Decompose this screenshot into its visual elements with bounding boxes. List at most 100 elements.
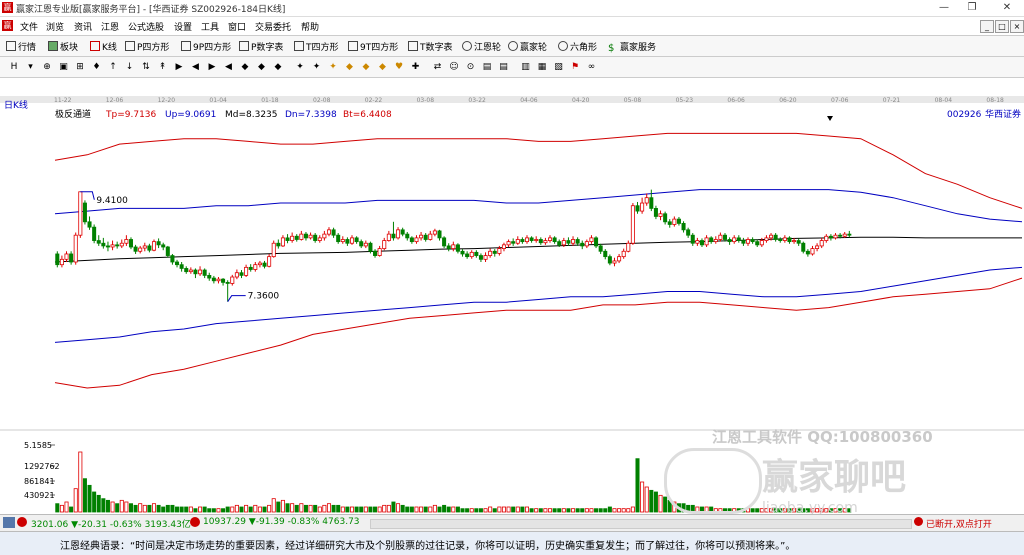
candle-body bbox=[368, 242, 373, 252]
draw-tool-5-icon[interactable]: ♦ bbox=[91, 61, 103, 73]
candle-body bbox=[607, 256, 612, 264]
volume-bar bbox=[244, 504, 249, 513]
wheel-icon bbox=[462, 41, 472, 51]
sz-index-quote[interactable]: 10937.29 ▼-91.39 -0.83% 4763.73 bbox=[203, 517, 360, 527]
tool-9t-square[interactable]: 9T四方形 bbox=[348, 40, 398, 53]
candle-body bbox=[695, 240, 700, 244]
volume-bar bbox=[501, 506, 506, 513]
candle-body bbox=[649, 197, 654, 209]
draw-tool-19-icon[interactable]: ✦ bbox=[327, 61, 339, 73]
tool-p-square[interactable]: P四方形 bbox=[125, 40, 169, 53]
menu-file[interactable]: 文件 bbox=[20, 20, 38, 33]
volume-bar bbox=[428, 506, 433, 513]
menu-tools[interactable]: 工具 bbox=[201, 20, 219, 33]
draw-tool-6-icon[interactable]: ↑ bbox=[107, 61, 119, 73]
menu-gann[interactable]: 江恩 bbox=[101, 20, 119, 33]
horizontal-scrollbar[interactable] bbox=[370, 519, 912, 529]
draw-tool-15-icon[interactable]: ◆ bbox=[256, 61, 268, 73]
tool-kline[interactable]: K线 bbox=[90, 40, 117, 53]
indicator-label-1: Up=9.0691 bbox=[165, 110, 216, 120]
candle-body bbox=[667, 221, 672, 225]
draw-tool-11-icon[interactable]: ◀ bbox=[190, 61, 202, 73]
draw-tool-22-icon[interactable]: ◆ bbox=[377, 61, 389, 73]
market-grid-icon[interactable] bbox=[3, 517, 15, 528]
draw-tool-24-icon[interactable]: ✚ bbox=[410, 61, 422, 73]
draw-tool-4-icon[interactable]: ⊞ bbox=[74, 61, 86, 73]
draw-tool-21-icon[interactable]: ◆ bbox=[360, 61, 372, 73]
menu-trade[interactable]: 交易委托 bbox=[255, 20, 291, 33]
volume-bar bbox=[478, 508, 483, 513]
menu-formula[interactable]: 公式选股 bbox=[128, 20, 164, 33]
draw-tool-16-icon[interactable]: ◆ bbox=[272, 61, 284, 73]
volume-bar bbox=[262, 506, 267, 513]
candle-body bbox=[603, 250, 608, 258]
close-button[interactable]: ✕ bbox=[990, 0, 1024, 15]
draw-tool-29-icon[interactable]: ▤ bbox=[498, 61, 510, 73]
draw-tool-2-icon[interactable]: ⊕ bbox=[41, 61, 53, 73]
sh-index-quote[interactable]: 3201.06 ▼-20.31 -0.63% 3193.43亿 bbox=[31, 517, 191, 530]
draw-tool-10-icon[interactable]: ▶ bbox=[173, 61, 185, 73]
candle-body bbox=[709, 237, 714, 243]
tool-t-square[interactable]: T四方形 bbox=[294, 40, 339, 53]
draw-tool-18-icon[interactable]: ✦ bbox=[311, 61, 323, 73]
volume-bar bbox=[580, 508, 585, 513]
tool-hexagon[interactable]: 六角形 bbox=[558, 40, 597, 53]
menu-info[interactable]: 资讯 bbox=[74, 20, 92, 33]
draw-tool-7-icon[interactable]: ↓ bbox=[124, 61, 136, 73]
chart-panel[interactable]: 11-22 12-06 12-20 01-04 01-18 02-08 02-22 03-08… bbox=[0, 96, 1024, 516]
draw-tool-12-icon[interactable]: ▶ bbox=[206, 61, 218, 73]
main-toolbar: 行情 板块 K线 P四方形 9P四方形 P数字表 T四方形 9T四方形 T数字表… bbox=[0, 36, 1024, 57]
draw-tool-30-icon[interactable]: ▥ bbox=[520, 61, 532, 73]
draw-tool-17-icon[interactable]: ✦ bbox=[294, 61, 306, 73]
tool-quote[interactable]: 行情 bbox=[6, 40, 36, 53]
restore-button[interactable]: ❐ bbox=[958, 0, 986, 15]
draw-tool-8-icon[interactable]: ⇅ bbox=[140, 61, 152, 73]
candle-body bbox=[216, 278, 221, 282]
draw-tool-9-icon[interactable]: ↟ bbox=[157, 61, 169, 73]
draw-tool-1-icon[interactable]: ▾ bbox=[25, 61, 37, 73]
connection-status[interactable]: 已断开,双点打开 bbox=[926, 517, 992, 530]
menu-window[interactable]: 窗口 bbox=[228, 20, 246, 33]
draw-tool-14-icon[interactable]: ◆ bbox=[239, 61, 251, 73]
candle-body bbox=[73, 234, 78, 263]
draw-tool-3-icon[interactable]: ▣ bbox=[58, 61, 70, 73]
t-square-icon bbox=[294, 41, 304, 51]
draw-tool-28-icon[interactable]: ▤ bbox=[481, 61, 493, 73]
candle-body bbox=[386, 233, 391, 241]
minimize-button[interactable]: — bbox=[930, 0, 958, 15]
tool-winner-wheel[interactable]: 赢家轮 bbox=[508, 40, 547, 53]
volume-bar bbox=[82, 478, 87, 513]
draw-tool-26-icon[interactable]: ☺ bbox=[448, 61, 460, 73]
draw-tool-32-icon[interactable]: ▧ bbox=[553, 61, 565, 73]
volume-bar bbox=[179, 506, 184, 513]
menu-settings[interactable]: 设置 bbox=[174, 20, 192, 33]
tool-service[interactable]: $ 赢家服务 bbox=[608, 40, 656, 54]
draw-tool-34-icon[interactable]: ∞ bbox=[586, 61, 598, 73]
volume-bar bbox=[409, 506, 414, 513]
tool-9p-square[interactable]: 9P四方形 bbox=[181, 40, 231, 53]
candle-body bbox=[451, 244, 456, 250]
menu-browse[interactable]: 浏览 bbox=[46, 20, 64, 33]
candle-body bbox=[248, 266, 253, 270]
draw-tool-25-icon[interactable]: ⇄ bbox=[432, 61, 444, 73]
tool-p-table[interactable]: P数字表 bbox=[239, 40, 283, 53]
tool-t-table[interactable]: T数字表 bbox=[408, 40, 453, 53]
mdi-minimize-button[interactable]: _ bbox=[980, 20, 994, 33]
draw-tool-0-icon[interactable]: H bbox=[8, 61, 20, 73]
mdi-restore-button[interactable]: □ bbox=[995, 20, 1009, 33]
tool-gann-wheel[interactable]: 江恩轮 bbox=[462, 40, 501, 53]
mdi-close-button[interactable]: × bbox=[1010, 20, 1024, 33]
candle-body bbox=[142, 245, 147, 249]
candle-body bbox=[653, 208, 658, 217]
candle-body bbox=[359, 241, 364, 247]
menu-help[interactable]: 帮助 bbox=[301, 20, 319, 33]
draw-tool-33-icon[interactable]: ⚑ bbox=[569, 61, 581, 73]
draw-tool-20-icon[interactable]: ◆ bbox=[344, 61, 356, 73]
draw-tool-27-icon[interactable]: ⊙ bbox=[465, 61, 477, 73]
tool-sector[interactable]: 板块 bbox=[48, 40, 78, 53]
volume-bar bbox=[313, 504, 318, 513]
high-marker-line bbox=[80, 191, 95, 200]
draw-tool-13-icon[interactable]: ◀ bbox=[223, 61, 235, 73]
draw-tool-23-icon[interactable]: ♥ bbox=[393, 61, 405, 73]
draw-tool-31-icon[interactable]: ▦ bbox=[536, 61, 548, 73]
